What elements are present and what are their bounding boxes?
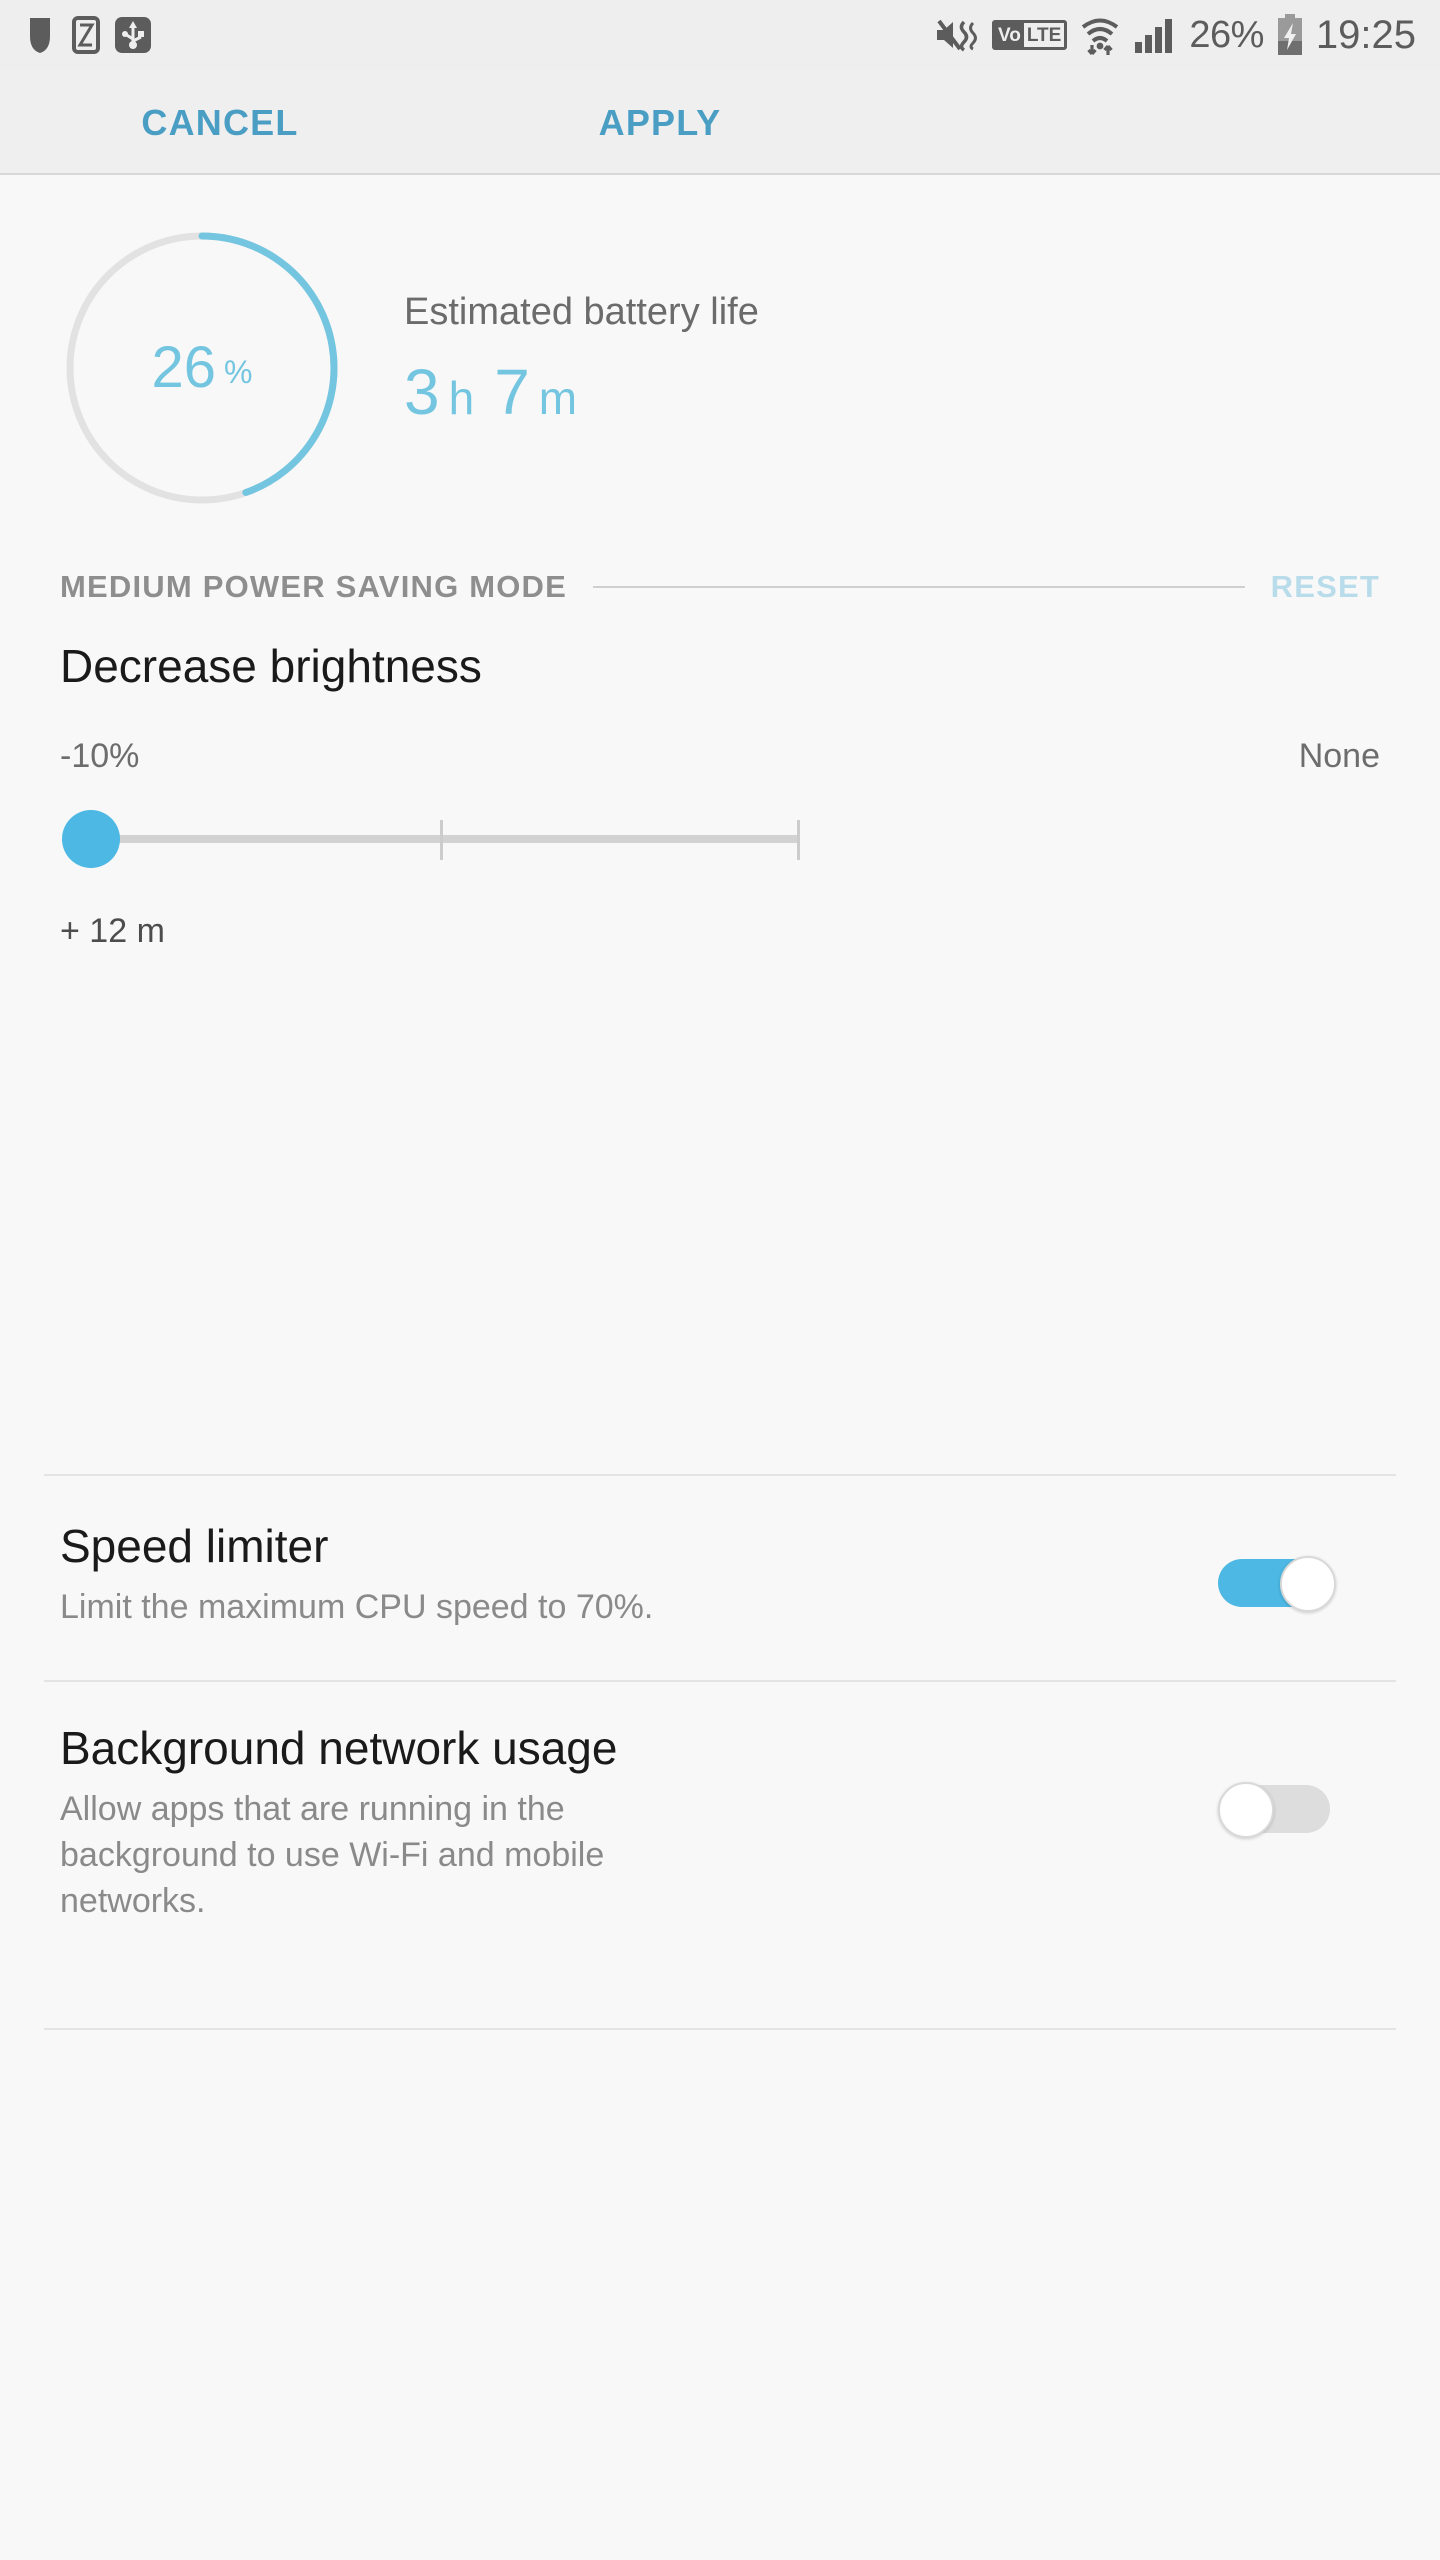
volte-prefix: Vo [994,23,1024,47]
speed-limiter-row[interactable]: Speed limiter Limit the maximum CPU spee… [0,1520,1440,1631]
battery-percent-value: 26 [151,335,217,400]
battery-hours-unit: h [448,371,475,424]
usb-connection-icon [114,16,152,54]
reset-button[interactable]: RESET [1271,569,1380,605]
speed-limiter-toggle[interactable] [1218,1556,1338,1612]
status-bar-right-icons: Vo LTE 26% 19:25 [934,13,1416,58]
cancel-button[interactable]: CANCEL [60,70,380,175]
divider-after-brightness [44,1474,1396,1476]
battery-charging-icon [1276,14,1304,56]
background-network-title: Background network usage [60,1722,618,1774]
brightness-slider-thumb[interactable] [62,809,120,868]
speed-limiter-texts: Speed limiter Limit the maximum CPU spee… [60,1520,1060,1631]
estimated-battery-life: Estimated battery life 3 h 7 m [404,291,759,424]
speed-limiter-toggle-knob [1280,1556,1336,1612]
brightness-slider-labels: -10% None [60,737,1380,776]
battery-hours-value: 3 [404,355,440,428]
divider-after-speed-limiter [44,1680,1396,1682]
background-network-texts: Background network usage Allow apps that… [60,1722,940,1925]
background-network-subtitle: Allow apps that are running in the backg… [60,1789,605,1920]
status-bar-left-icons [24,16,152,54]
battery-summary: 26 % Estimated battery life 3 h 7 m [0,176,1440,556]
section-title: MEDIUM POWER SAVING MODE [60,569,568,604]
estimated-battery-life-value: 3 h 7 m [404,360,759,424]
divider-after-background-network [44,2028,1396,2030]
background-network-toggle[interactable] [1218,1782,1338,1838]
decrease-brightness-row: Decrease brightness -10% None + 12 m [0,640,1440,951]
brightness-min-label: -10% [60,736,140,775]
speed-limiter-title: Speed limiter [60,1520,329,1572]
battery-minutes-value: 7 [494,355,530,428]
status-clock: 19:25 [1315,12,1416,57]
battery-gauge-label: 26 % [62,228,342,508]
section-header: MEDIUM POWER SAVING MODE RESET [0,556,1440,618]
brightness-slider[interactable] [0,808,1440,868]
status-bar: Vo LTE 26% 19:25 [0,0,1440,70]
apply-button[interactable]: APPLY [500,70,820,175]
section-divider-rule [593,586,1245,588]
brightness-time-delta: + 12 m [60,911,165,950]
battery-minutes-unit: m [538,371,578,424]
battery-gauge: 26 % [62,228,342,508]
mute-vibrate-icon [934,16,980,54]
action-bar: CANCEL APPLY [0,70,1440,175]
decrease-brightness-title: Decrease brightness [60,640,482,692]
speed-limiter-subtitle: Limit the maximum CPU speed to 70%. [60,1587,654,1626]
status-battery-percent: 26% [1189,13,1264,56]
power-saving-settings-screen: Vo LTE 26% 19:25 CANCEL APPLY 26 % Estim… [0,0,1440,2560]
app-notification-icon [24,16,58,54]
estimated-battery-life-title: Estimated battery life [404,291,759,333]
volte-suffix: LTE [1026,24,1062,46]
battery-percent-symbol: % [224,354,253,390]
brightness-max-label: None [1298,736,1380,775]
volte-icon: Vo LTE [991,20,1068,50]
smart-manager-icon [72,16,100,54]
signal-bars-icon [1133,16,1177,54]
background-network-usage-row[interactable]: Background network usage Allow apps that… [0,1722,1440,1925]
brightness-slider-track[interactable] [92,834,800,843]
brightness-slider-tick-end [797,819,800,860]
brightness-slider-tick-mid [440,819,443,860]
wifi-icon [1079,14,1121,56]
background-network-toggle-knob [1218,1782,1274,1838]
